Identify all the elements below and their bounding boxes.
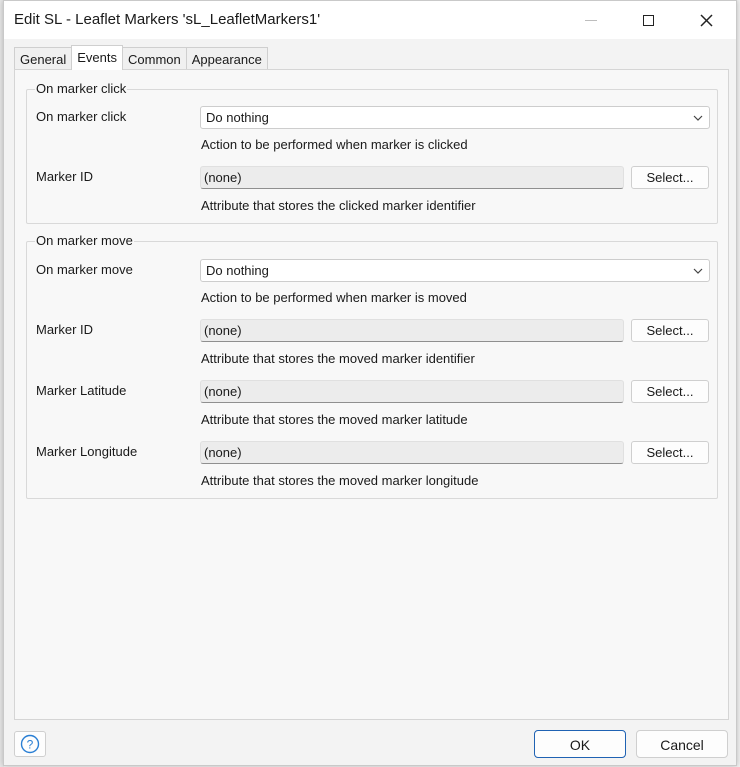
svg-text:?: ? (27, 738, 34, 752)
maximize-icon (642, 14, 654, 26)
events-tab-panel: On marker click On marker click Do nothi… (14, 69, 729, 720)
close-button[interactable] (677, 1, 735, 39)
tab-appearance[interactable]: Appearance (185, 47, 268, 70)
tab-common[interactable]: Common (122, 47, 187, 70)
on-marker-move-select[interactable]: Do nothing (200, 259, 710, 282)
marker-latitude-field: (none) (200, 380, 624, 403)
marker-id-field: (none) (200, 166, 624, 189)
marker-longitude-hint: Attribute that stores the moved marker l… (201, 473, 479, 488)
marker-latitude-hint: Attribute that stores the moved marker l… (201, 412, 468, 427)
on-marker-move-label: On marker move (36, 262, 133, 277)
tab-bar: General Events Common Appearance (14, 45, 268, 70)
moved-marker-id-hint: Attribute that stores the moved marker i… (201, 351, 475, 366)
tab-general[interactable]: General (14, 47, 73, 70)
select-value: Do nothing (206, 110, 269, 125)
moved-marker-id-select-button[interactable]: Select... (631, 319, 709, 342)
marker-id-hint: Attribute that stores the clicked marker… (201, 198, 476, 213)
help-icon: ? (20, 734, 40, 754)
tab-events[interactable]: Events (71, 45, 123, 70)
marker-longitude-field: (none) (200, 441, 624, 464)
on-marker-move-group: On marker move On marker move Do nothing… (26, 233, 718, 499)
minimize-icon (585, 19, 597, 21)
close-icon (699, 13, 713, 27)
edit-dialog: Edit SL - Leaflet Markers 'sL_LeafletMar… (3, 0, 737, 766)
group-title: On marker move (35, 233, 134, 248)
on-marker-click-select[interactable]: Do nothing (200, 106, 710, 129)
on-marker-click-label: On marker click (36, 109, 127, 124)
ok-button[interactable]: OK (534, 730, 626, 758)
on-marker-click-hint: Action to be performed when marker is cl… (201, 137, 468, 152)
marker-latitude-select-button[interactable]: Select... (631, 380, 709, 403)
marker-id-label: Marker ID (36, 169, 94, 184)
marker-longitude-select-button[interactable]: Select... (631, 441, 709, 464)
on-marker-move-hint: Action to be performed when marker is mo… (201, 290, 467, 305)
window-title: Edit SL - Leaflet Markers 'sL_LeafletMar… (14, 11, 321, 28)
help-button[interactable]: ? (14, 731, 46, 757)
moved-marker-id-label: Marker ID (36, 322, 94, 337)
on-marker-click-group: On marker click On marker click Do nothi… (26, 81, 718, 224)
minimize-button[interactable] (562, 1, 620, 39)
moved-marker-id-field: (none) (200, 319, 624, 342)
chevron-down-icon (693, 268, 703, 274)
cancel-button[interactable]: Cancel (636, 730, 728, 758)
select-value: Do nothing (206, 263, 269, 278)
marker-latitude-label: Marker Latitude (36, 383, 127, 398)
maximize-button[interactable] (619, 1, 677, 39)
group-title: On marker click (35, 81, 128, 96)
marker-id-select-button[interactable]: Select... (631, 166, 709, 189)
chevron-down-icon (693, 115, 703, 121)
marker-longitude-label: Marker Longitude (36, 444, 138, 459)
title-bar: Edit SL - Leaflet Markers 'sL_LeafletMar… (4, 1, 736, 39)
